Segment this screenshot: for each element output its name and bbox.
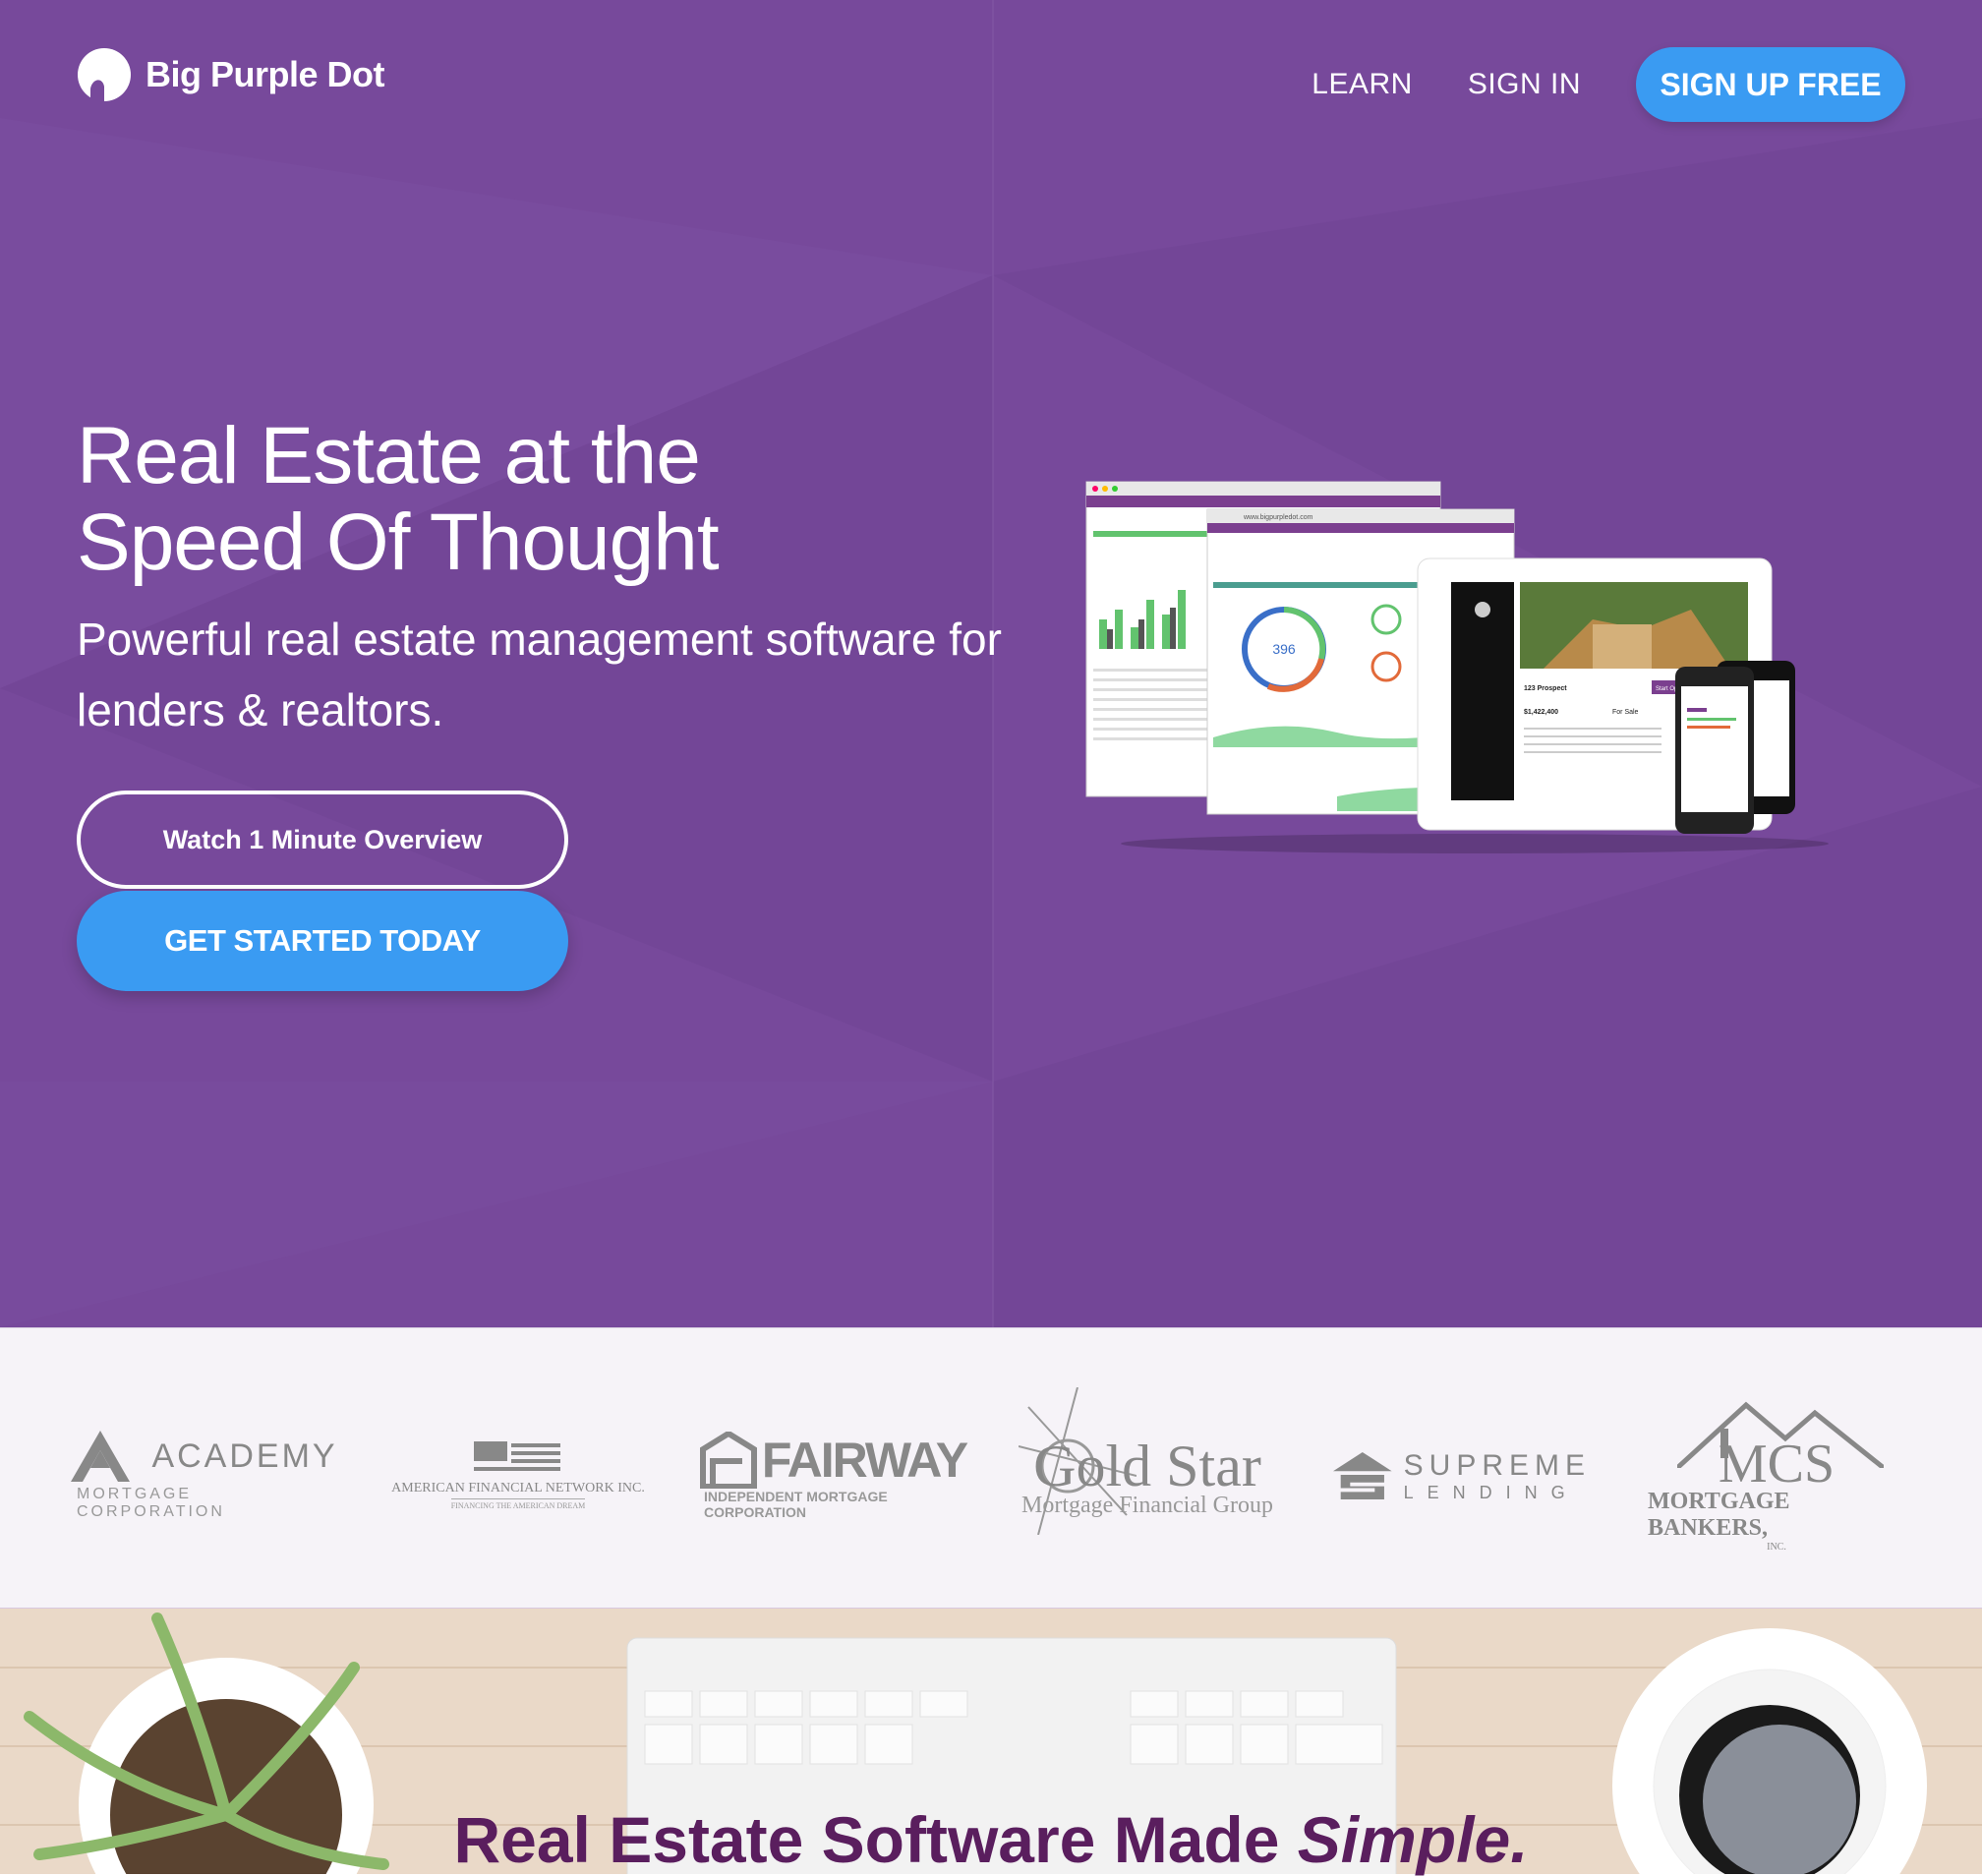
product-devices-image: www.bigpurpledot.com 396 123 Prospect $1… [1085, 481, 1829, 853]
academy-logo-icon [71, 1431, 131, 1482]
hero-section: Big Purple Dot LEARN SIGN IN SIGN UP FRE… [0, 0, 1982, 1327]
american-name: AMERICAN FINANCIAL NETWORK INC. [391, 1481, 645, 1495]
american-sub: FINANCING THE AMERICAN DREAM [450, 1498, 586, 1510]
section-title-emphasis: Simple. [1297, 1803, 1529, 1876]
supreme-logo-icon [1333, 1451, 1392, 1500]
logo-dot-icon [78, 48, 131, 102]
section-title-plain: Real Estate Software Made [453, 1803, 1298, 1876]
headline-line-1: Real Estate at the [77, 411, 701, 500]
signup-button[interactable]: SIGN UP FREE [1636, 47, 1905, 122]
mcs-sub: MORTGAGE BANKERS, [1648, 1488, 1790, 1541]
logo-gold-star: Gold Star Mortgage Financial Group [1019, 1387, 1276, 1564]
dashboard-value: 396 [1272, 641, 1296, 657]
mcs-name: MCS [1718, 1433, 1836, 1495]
listing-address: 123 Prospect [1524, 685, 1567, 692]
partner-logos-bar: ACADEMY MORTGAGE CORPORATION AMERICAN FI… [0, 1327, 1982, 1609]
logo-supreme-lending: SUPREME LENDING [1333, 1387, 1591, 1564]
hero-headline: Real Estate at the Speed Of Thought [77, 411, 720, 587]
section-title: Real Estate Software Made Simple. [0, 1805, 1982, 1874]
flag-icon [474, 1441, 560, 1471]
headline-line-2: Speed Of Thought [77, 498, 720, 587]
goldstar-name: Gold Star [1033, 1434, 1261, 1498]
fairway-logo-icon [699, 1432, 757, 1489]
logo-academy: ACADEMY MORTGAGE CORPORATION [71, 1387, 335, 1564]
brand-logo[interactable]: Big Purple Dot [77, 47, 385, 102]
logo-fairway: FAIRWAY INDEPENDENT MORTGAGE CORPORATION [699, 1387, 968, 1564]
get-started-button[interactable]: GET STARTED TODAY [77, 891, 568, 991]
mcs-sub2: INC. [1767, 1541, 1786, 1553]
watch-overview-button[interactable]: Watch 1 Minute Overview [77, 791, 568, 889]
hero-subheadline: Powerful real estate management software… [77, 614, 1002, 735]
fairway-name: FAIRWAY [761, 1433, 968, 1488]
fairway-sub: INDEPENDENT MORTGAGE CORPORATION [704, 1489, 888, 1520]
academy-sub: MORTGAGE CORPORATION [77, 1486, 225, 1520]
phone-devices [1675, 661, 1795, 834]
supreme-sub: LENDING [1403, 1482, 1579, 1502]
brand-name: Big Purple Dot [146, 54, 385, 94]
listing-status: For Sale [1612, 709, 1639, 716]
logo-american-financial: AMERICAN FINANCIAL NETWORK INC. FINANCIN… [389, 1387, 647, 1564]
listing-price: $1,422,400 [1524, 709, 1558, 716]
logo-mcs: MCS MORTGAGE BANKERS, INC. [1648, 1387, 1905, 1564]
supreme-name: SUPREME [1403, 1448, 1591, 1482]
nav-learn-link[interactable]: LEARN [1312, 68, 1413, 101]
academy-name: ACADEMY [151, 1436, 338, 1475]
browser-url: www.bigpurpledot.com [1243, 514, 1313, 521]
top-nav: LEARN SIGN IN SIGN UP FREE [1312, 47, 1905, 122]
goldstar-sub: Mortgage Financial Group [1021, 1493, 1273, 1518]
nav-signin-link[interactable]: SIGN IN [1468, 68, 1581, 101]
